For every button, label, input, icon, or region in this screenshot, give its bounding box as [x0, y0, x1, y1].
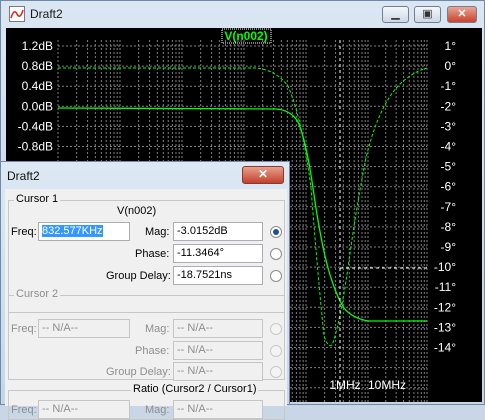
- close-icon: ✕: [457, 8, 467, 20]
- cursor2-phase-field[interactable]: -- N/A--: [173, 341, 263, 360]
- cursor2-phase-radio[interactable]: [270, 345, 282, 357]
- cursor2-group-label: Cursor 2: [14, 288, 61, 300]
- cursor2-group-delay-radio[interactable]: [270, 366, 282, 378]
- window-titlebar[interactable]: Draft2 ▁ ▣ ✕: [1, 1, 485, 29]
- ratio-mag-field[interactable]: -- N/A--: [173, 400, 263, 419]
- right-axis-tick-label: -11°: [435, 280, 456, 294]
- cursor2-group-delay-label: Group Delay:: [106, 366, 171, 378]
- cursor2-mag-field[interactable]: -- N/A--: [173, 319, 263, 338]
- cursor1-phase-field[interactable]: -11.3464°: [173, 244, 263, 263]
- right-axis-tick-label: -4°: [441, 140, 457, 154]
- cursor1-freq-field[interactable]: 832.577KHz: [38, 222, 130, 241]
- right-axis-tick-label: -14°: [434, 341, 456, 355]
- x-axis-tick-label: 10MHz: [368, 378, 406, 392]
- close-button[interactable]: ✕: [447, 6, 477, 23]
- left-axis-tick-label: 1.2dB: [22, 39, 53, 53]
- minimize-icon: ▁: [391, 8, 400, 20]
- dialog-close-button[interactable]: ✕: [242, 166, 284, 184]
- right-axis-tick-label: 1°: [445, 39, 457, 53]
- right-axis-tick-label: 0°: [445, 59, 457, 73]
- maximize-button[interactable]: ▣: [414, 6, 441, 23]
- dialog-body: Cursor 1 V(n002) Freq: 832.577KHz Mag: -…: [5, 189, 287, 420]
- maximize-icon: ▣: [422, 8, 433, 20]
- right-axis-tick-label: -10°: [434, 260, 456, 274]
- window-title: Draft2: [30, 7, 63, 21]
- cursor1-phase-label: Phase:: [135, 248, 170, 260]
- left-axis-tick-label: 0.0dB: [22, 99, 53, 113]
- ratio-freq-label: Freq:: [11, 404, 37, 416]
- right-axis-tick-label: -3°: [441, 119, 457, 133]
- minimize-button[interactable]: ▁: [382, 6, 409, 23]
- cursor2-mag-radio[interactable]: [270, 323, 282, 335]
- right-axis-tick-label: -1°: [441, 79, 457, 93]
- left-axis-tick-label: 0.8dB: [22, 59, 53, 73]
- cursor1-group-label: Cursor 1: [14, 193, 61, 205]
- cursor2-mag-label: Mag:: [145, 323, 170, 335]
- right-axis-tick-label: -2°: [441, 99, 457, 113]
- cursor1-trace-name: V(n002): [117, 205, 157, 217]
- cursor1-group-delay-label: Group Delay:: [106, 270, 171, 282]
- right-axis-tick-label: -7°: [441, 200, 457, 214]
- waveform-app-icon: [9, 6, 25, 22]
- ratio-mag-label: Mag:: [145, 404, 170, 416]
- right-axis-tick-label: -6°: [441, 180, 457, 194]
- cursor1-mag-radio[interactable]: [270, 226, 282, 238]
- cursor1-group-delay-field[interactable]: -18.7521ns: [173, 266, 263, 285]
- right-axis-tick-label: -13°: [434, 320, 456, 334]
- cursor1-mag-label: Mag:: [145, 226, 170, 238]
- cursor2-freq-label: Freq:: [11, 323, 37, 335]
- right-axis-tick-label: -12°: [434, 300, 456, 314]
- right-axis-tick-label: -8°: [441, 220, 457, 234]
- cursor1-phase-radio[interactable]: [270, 248, 282, 260]
- left-axis-tick-label: -0.4dB: [18, 119, 53, 133]
- ratio-group-label: Ratio (Cursor2 / Cursor1): [131, 383, 259, 395]
- ratio-freq-field[interactable]: -- N/A--: [38, 400, 130, 419]
- dialog-title: Draft2: [7, 169, 40, 183]
- cursor1-group-delay-radio[interactable]: [270, 270, 282, 282]
- trace-label: V(n002): [224, 29, 267, 43]
- right-axis-tick-label: -9°: [441, 240, 457, 254]
- cursor2-group-delay-field[interactable]: -- N/A--: [173, 362, 263, 381]
- cursor1-freq-label: Freq:: [11, 226, 37, 238]
- x-axis-tick-label: 1MHz: [329, 378, 360, 392]
- cursor2-freq-field[interactable]: -- N/A--: [38, 319, 130, 338]
- right-axis-tick-label: -5°: [441, 160, 457, 174]
- cursor1-mag-field[interactable]: -3.0152dB: [173, 222, 263, 241]
- close-icon: ✕: [257, 167, 269, 181]
- cursor-dialog[interactable]: Draft2 ✕ Cursor 1 V(n002) Freq: 832.577K…: [0, 161, 290, 420]
- left-axis-tick-label: 0.4dB: [22, 79, 53, 93]
- left-axis-tick-label: -0.8dB: [18, 140, 53, 154]
- cursor2-phase-label: Phase:: [135, 345, 170, 357]
